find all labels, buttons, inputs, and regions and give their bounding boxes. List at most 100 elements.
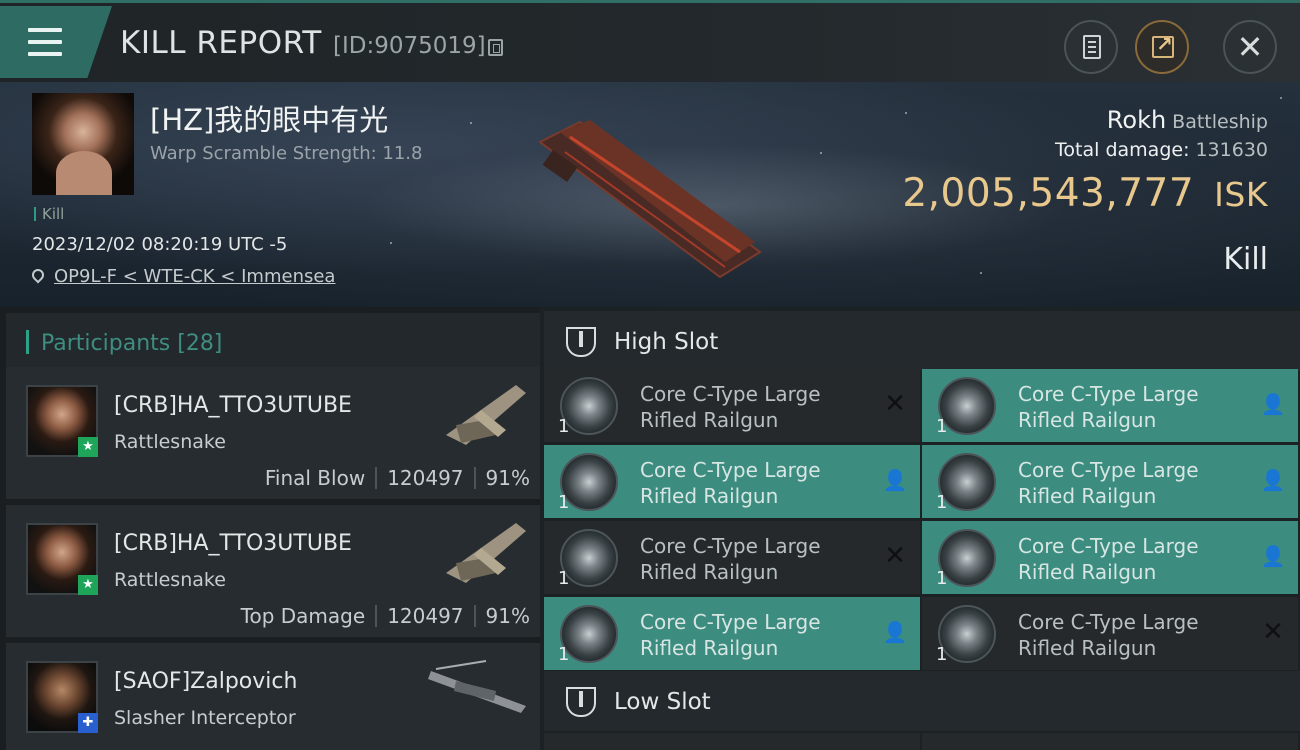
participant-damage: 120497 — [387, 466, 464, 490]
isk-unit: ISK — [1214, 175, 1268, 214]
page-title: KILL REPORT — [120, 25, 322, 61]
participant-ship: Rattlesnake — [114, 431, 226, 453]
destroyed-icon: ✕ — [884, 541, 906, 571]
victim-banner: [HZ]我的眼中有光 Warp Scramble Strength: 11.8 … — [0, 82, 1300, 307]
module-quantity: 1 — [936, 492, 948, 513]
dropped-person-icon: 👤 — [882, 468, 908, 492]
copy-icon[interactable] — [488, 39, 503, 56]
module-quantity: 1 — [936, 568, 948, 589]
module-slot[interactable]: 1 Core C-Type Large Rifled Railgun 👤 — [544, 445, 920, 518]
dropped-person-icon: 👤 — [1260, 392, 1286, 416]
cross-badge-icon: ✚ — [78, 713, 98, 733]
participant-avatar: ★ — [26, 385, 98, 457]
participants-header: Participants [28] — [6, 313, 540, 371]
low-slot-icon — [566, 687, 596, 717]
dropped-person-icon: 👤 — [1260, 468, 1286, 492]
participants-count: [28] — [177, 331, 223, 356]
module-name: Core C-Type Large Rifled Railgun — [1018, 458, 1199, 508]
participant-damage: 120497 — [387, 604, 464, 628]
victim-ship-image — [538, 120, 762, 279]
low-slot-header: Low Slot — [544, 671, 1300, 731]
participant-role: Top Damage — [240, 604, 366, 628]
kill-tag: Kill — [34, 205, 64, 223]
participant-percent: 91% — [485, 604, 530, 628]
participant-stats: Final Blow 120497 91% — [265, 466, 530, 490]
participant-card[interactable]: ★ [CRB]HA_TTO3UTUBE Rattlesnake Final Bl… — [6, 367, 540, 499]
module-name: Core C-Type Large Rifled Railgun — [1018, 382, 1199, 432]
module-quantity: 1 — [558, 492, 570, 513]
warp-scramble-strength: Warp Scramble Strength: 11.8 — [150, 143, 423, 164]
participant-role: Final Blow — [264, 466, 366, 490]
module-name: Core C-Type Large Rifled Railgun — [1018, 534, 1199, 584]
dropped-person-icon: 👤 — [1260, 544, 1286, 568]
participant-avatar: ★ — [26, 523, 98, 595]
module-quantity: 1 — [936, 416, 948, 437]
module-name: Core C-Type Large Rifled Railgun — [640, 458, 821, 508]
participant-avatar: ✚ — [26, 661, 98, 733]
module-slot[interactable]: 1 Core C-Type Large Rifled Railgun 👤 — [922, 369, 1298, 442]
participant-card[interactable]: ✚ [SAOF]Zalpovich Slasher Interceptor — [6, 643, 540, 750]
menu-button[interactable] — [0, 6, 112, 78]
total-damage-value: 131630 — [1195, 139, 1268, 161]
module-quantity: 1 — [936, 644, 948, 665]
share-icon — [1152, 32, 1174, 58]
module-name: Core C-Type Large Rifled Railgun — [640, 610, 821, 660]
module-slot[interactable]: 1 Core C-Type Large Rifled Railgun 👤 — [544, 597, 920, 670]
isk-value: 2,005,543,777 ISK — [902, 171, 1268, 216]
participant-name: [SAOF]Zalpovich — [114, 669, 298, 694]
module-slot[interactable]: 1 Core C-Type Large Rifled Railgun ✕ — [544, 369, 920, 442]
module-name: Core C-Type Large Rifled Railgun — [640, 382, 821, 432]
kill-datetime: 2023/12/02 08:20:19 UTC -5 — [32, 234, 288, 255]
participant-ship-image — [446, 523, 526, 583]
module-slot[interactable]: 1 Core C-Type Large Rifled Railgun ✕ — [544, 521, 920, 594]
kill-result: Kill — [1223, 242, 1268, 277]
high-slot-header: High Slot — [544, 311, 1300, 371]
participant-card[interactable]: ★ [CRB]HA_TTO3UTUBE Rattlesnake Top Dama… — [6, 505, 540, 637]
module-quantity: 1 — [558, 416, 570, 437]
module-quantity: 1 — [558, 644, 570, 665]
close-button[interactable]: ✕ — [1223, 20, 1277, 74]
module-slot[interactable]: 1 Core C-Type Large Rifled Railgun ✕ — [922, 597, 1298, 670]
star-badge-icon: ★ — [78, 575, 98, 595]
participant-percent: 91% — [485, 466, 530, 490]
fitting-panel: High Slot 1 Core C-Type Large Rifled Rail… — [540, 307, 1300, 750]
victim-ship-type: Rokh Battleship — [1107, 106, 1268, 134]
share-button[interactable] — [1135, 20, 1189, 74]
participant-name: [CRB]HA_TTO3UTUBE — [114, 531, 352, 556]
participants-label: Participants [28] — [26, 330, 222, 356]
participant-ship-image — [446, 385, 526, 445]
victim-name[interactable]: [HZ]我的眼中有光 — [150, 97, 388, 139]
module-name: Core C-Type Large Rifled Railgun — [640, 534, 821, 584]
participant-stats: Top Damage 120497 91% — [241, 604, 530, 628]
location-pin-icon — [29, 266, 47, 284]
high-slot-icon — [566, 327, 596, 357]
high-slot-label: High Slot — [614, 329, 719, 355]
module-slot[interactable]: 1 Core C-Type Large Rifled Railgun 👤 — [922, 521, 1298, 594]
module-name: Core C-Type Large Rifled Railgun — [1018, 610, 1199, 660]
participant-name: [CRB]HA_TTO3UTUBE — [114, 393, 352, 418]
participant-ship: Slasher Interceptor — [114, 707, 296, 729]
hamburger-icon — [28, 28, 62, 56]
victim-avatar[interactable] — [32, 93, 134, 195]
dropped-person-icon: 👤 — [882, 620, 908, 644]
kill-location: OP9L-F < WTE-CK < Immensea — [29, 266, 335, 287]
low-slot-label: Low Slot — [614, 689, 711, 715]
isk-amount: 2,005,543,777 — [902, 171, 1195, 216]
top-bar: KILL REPORT [ID:9075019] ✕ — [0, 0, 1300, 82]
report-document-button[interactable] — [1064, 20, 1118, 74]
total-damage-label: Total damage: — [1055, 139, 1190, 161]
total-damage: Total damage: 131630 — [1055, 139, 1268, 161]
destroyed-icon: ✕ — [1262, 617, 1284, 647]
ship-name: Rokh — [1106, 106, 1167, 134]
star-badge-icon: ★ — [78, 437, 98, 457]
close-icon: ✕ — [1236, 28, 1264, 66]
ship-class: Battleship — [1172, 111, 1268, 133]
module-slot[interactable] — [922, 733, 1298, 750]
document-icon — [1083, 35, 1101, 59]
participants-panel: Participants [28] ★ [CRB]HA_TTO3UTUBE Ra… — [0, 307, 540, 750]
module-quantity: 1 — [558, 568, 570, 589]
module-slot[interactable]: 1 Core C-Type Large Rifled Railgun 👤 — [922, 445, 1298, 518]
module-slot[interactable] — [544, 733, 920, 750]
report-id: [ID:9075019] — [333, 33, 486, 59]
location-link[interactable]: OP9L-F < WTE-CK < Immensea — [54, 266, 335, 287]
